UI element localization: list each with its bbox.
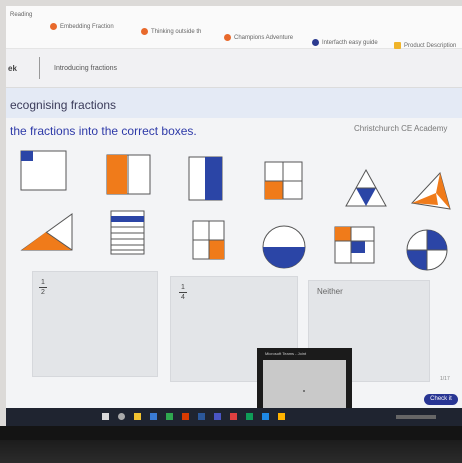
shape-grid-orange-card[interactable] xyxy=(192,220,226,262)
screen: Reading Embedding Fraction Thinking outs… xyxy=(6,6,462,426)
bookmark-item[interactable]: Product Description xyxy=(394,42,456,49)
app-icon[interactable] xyxy=(262,413,269,420)
lesson-title[interactable]: Introducing fractions xyxy=(54,65,117,72)
system-tray[interactable] xyxy=(396,415,436,419)
shape-circle-quarter-card[interactable] xyxy=(404,228,450,272)
divider xyxy=(39,57,40,79)
monitor-bezel-glare xyxy=(0,440,462,463)
fraction-denominator: 2 xyxy=(39,287,47,297)
bookmark-label: Interfacth easy guide xyxy=(322,39,378,46)
fraction-label: 1 2 xyxy=(39,278,47,297)
popup-title: Microsoft Teams - Joint xyxy=(265,351,307,356)
bookmark-label: Product Description xyxy=(404,42,457,49)
fraction-denominator: 4 xyxy=(179,292,187,302)
app-icon[interactable] xyxy=(230,413,237,420)
bookmark-label: Champions Adventure xyxy=(234,34,294,41)
popup-window[interactable]: Microsoft Teams - Joint xyxy=(257,348,352,410)
bookmark-item[interactable]: Embedding Fraction xyxy=(50,23,114,30)
shape-triangle-blue-card[interactable] xyxy=(344,168,388,208)
app-header: ek Introducing fractions xyxy=(6,49,462,88)
shape-striped-rectangle-card[interactable] xyxy=(110,210,146,256)
page-indicator: 1/17 xyxy=(440,376,450,382)
bookmark-item[interactable]: Reading xyxy=(10,12,32,18)
activity-title: ecognising fractions xyxy=(10,98,117,112)
shape-square-quarter-card[interactable] xyxy=(20,150,68,192)
bookmark-favicon-icon xyxy=(50,23,57,30)
credit-text: Christchurch CE Academy xyxy=(354,124,448,133)
folder-icon[interactable] xyxy=(134,413,141,420)
bookmark-item[interactable]: Thinking outside th xyxy=(141,28,201,35)
popup-content xyxy=(263,360,346,410)
shape-circle-half-card[interactable] xyxy=(260,224,308,270)
shape-rectangle-blue-half-card[interactable] xyxy=(188,156,224,202)
powerpoint-icon[interactable] xyxy=(182,413,189,420)
search-icon[interactable] xyxy=(118,413,125,420)
bookmarks-bar: Reading Embedding Fraction Thinking outs… xyxy=(6,6,462,49)
app-icon[interactable] xyxy=(246,413,253,420)
shape-rectangle-half-card[interactable] xyxy=(106,154,152,196)
bookmark-label: Reading xyxy=(10,12,33,18)
word-icon[interactable] xyxy=(198,413,205,420)
shape-triangle-orange-card[interactable] xyxy=(410,171,452,211)
excel-icon[interactable] xyxy=(166,413,173,420)
fraction-label: 1 4 xyxy=(179,283,187,302)
bookmark-label: Embedding Fraction xyxy=(60,23,114,30)
bookmark-favicon-icon xyxy=(394,42,401,49)
fraction-numerator: 1 xyxy=(181,284,185,291)
bookmark-favicon-icon xyxy=(141,28,148,35)
edge-icon[interactable] xyxy=(150,413,157,420)
shape-square-three-parts-card[interactable] xyxy=(334,226,376,266)
fraction-numerator: 1 xyxy=(41,279,45,286)
cursor-icon xyxy=(303,390,305,392)
bookmark-favicon-icon xyxy=(312,39,319,46)
start-icon[interactable] xyxy=(102,413,109,420)
bookmark-label: Thinking outside th xyxy=(151,28,202,35)
back-link[interactable]: ek xyxy=(8,64,17,73)
taskbar xyxy=(6,408,462,426)
activity-instruction: the fractions into the correct boxes. xyxy=(10,124,197,138)
bookmark-item[interactable]: Interfacth easy guide xyxy=(312,39,378,46)
drop-zone-half[interactable]: 1 2 xyxy=(32,271,158,377)
shape-right-triangle-card[interactable] xyxy=(20,212,76,252)
bookmark-item[interactable]: Champions Adventure xyxy=(224,34,293,41)
teams-icon[interactable] xyxy=(214,413,221,420)
shape-grid-quarter-card[interactable] xyxy=(264,161,304,201)
check-button[interactable]: Check it xyxy=(424,394,458,405)
neither-label: Neither xyxy=(317,287,343,296)
bookmark-favicon-icon xyxy=(224,34,231,41)
app-icon[interactable] xyxy=(278,413,285,420)
